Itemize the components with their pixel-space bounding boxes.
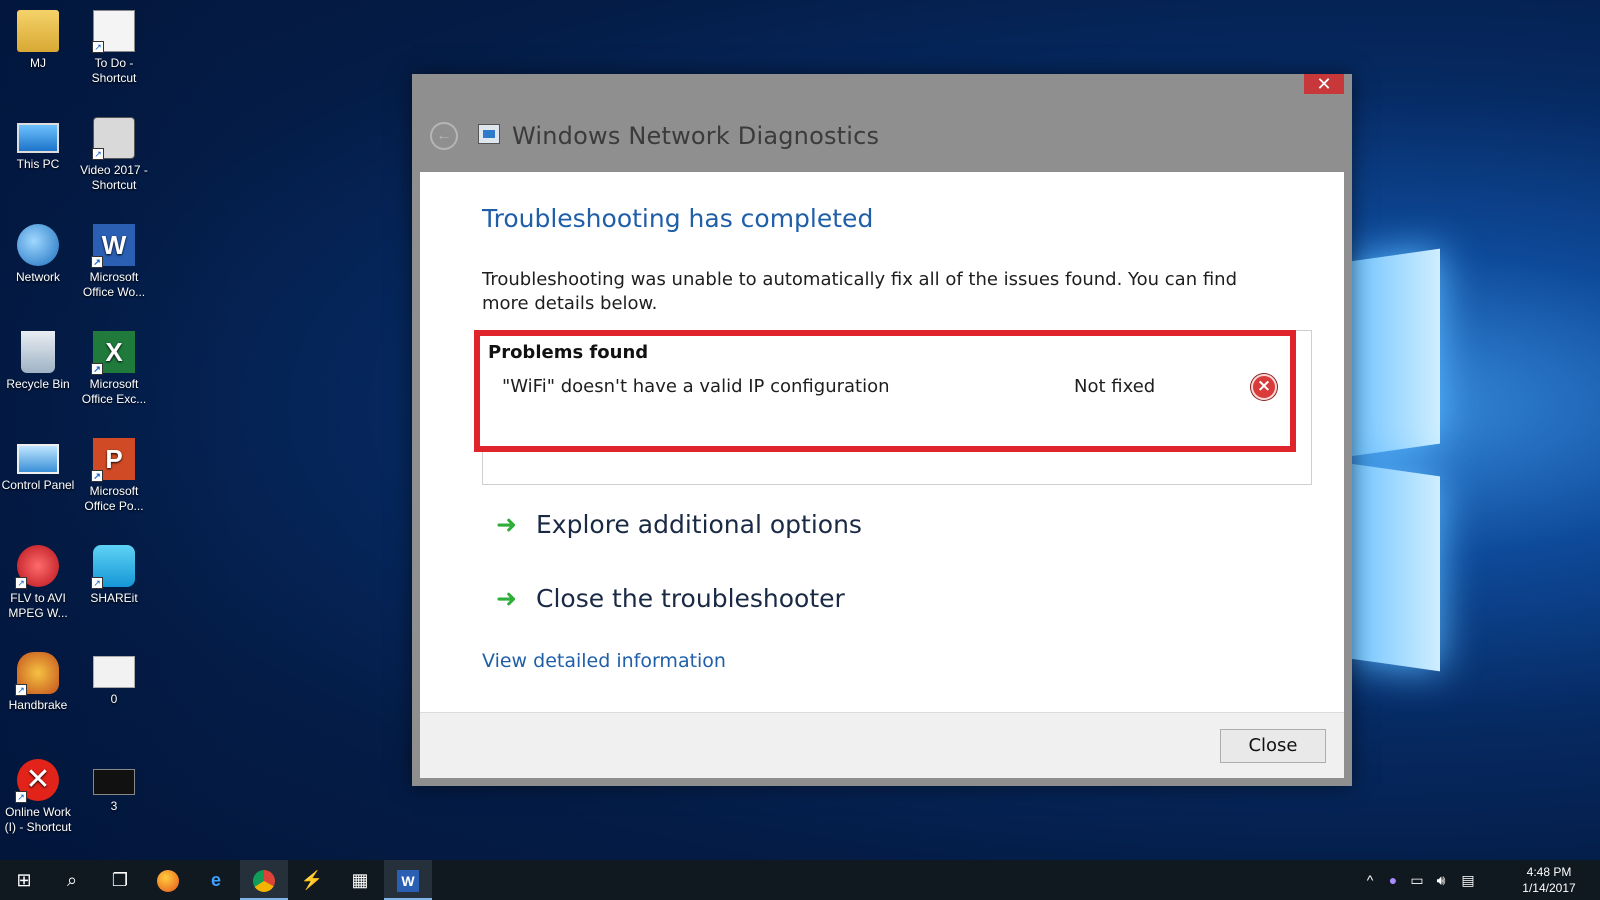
chevron-up-icon[interactable]: ^ <box>1360 860 1380 900</box>
search-icon[interactable]: ⌕ <box>48 860 96 900</box>
desktop-icon-control-panel[interactable]: Control Panel <box>0 428 76 493</box>
green-arrow-icon: ➜ <box>496 510 517 539</box>
explore-additional-options-link[interactable]: ➜ Explore additional options <box>496 510 862 539</box>
camera-icon: ↗ <box>92 117 135 160</box>
firefox-icon[interactable] <box>144 860 192 900</box>
green-arrow-icon: ➜ <box>496 584 517 613</box>
desktop-icon-file-0[interactable]: 0 <box>76 642 152 707</box>
clock-time: 4:48 PM <box>1526 865 1572 879</box>
desktop-icon-video[interactable]: ↗ Video 2017 - Shortcut <box>76 107 152 193</box>
desktop-icon-flv-converter[interactable]: ↗ FLV to AVI MPEG W... <box>0 535 76 621</box>
desktop-icon-excel[interactable]: X ↗ Microsoft Office Exc... <box>76 321 152 407</box>
desktop-icon-this-pc[interactable]: This PC <box>0 107 76 172</box>
problem-text: "WiFi" doesn't have a valid IP configura… <box>502 376 890 397</box>
word-taskbar-icon[interactable]: W <box>384 860 432 900</box>
winamp-icon[interactable]: ⚡ <box>288 860 336 900</box>
problems-found-title: Problems found <box>488 342 649 363</box>
close-troubleshooter-link[interactable]: ➜ Close the troubleshooter <box>496 584 845 613</box>
back-arrow-icon[interactable]: ← <box>430 122 458 150</box>
handbrake-icon: ↗ <box>15 652 59 696</box>
shareit-icon: ↗ <box>91 545 135 589</box>
user-folder-icon <box>17 10 59 52</box>
problem-status: Not fixed <box>1074 376 1156 397</box>
desktop-icon-handbrake[interactable]: ↗ Handbrake <box>0 642 76 713</box>
completion-heading: Troubleshooting has completed <box>482 204 874 233</box>
recycle-bin-icon <box>21 331 55 373</box>
action-center-icon[interactable]: ▤ <box>1456 860 1480 900</box>
desktop-icon-powerpoint[interactable]: P ↗ Microsoft Office Po... <box>76 428 152 514</box>
clock-date: 1/14/2017 <box>1522 881 1576 895</box>
excel-icon: X ↗ <box>91 331 135 375</box>
dialog-content: Troubleshooting has completed Troublesho… <box>420 172 1344 712</box>
network-diagnostics-icon <box>478 124 500 144</box>
converter-icon: ↗ <box>15 545 59 589</box>
desktop-icon-word[interactable]: W ↗ Microsoft Office Wo... <box>76 214 152 300</box>
problems-highlight-box: Problems found "WiFi" doesn't have a val… <box>474 330 1296 452</box>
app-tray-icon[interactable]: ● <box>1382 860 1404 900</box>
file-icon <box>93 769 135 795</box>
desktop-icon-mj[interactable]: MJ <box>0 0 76 71</box>
todo-shortcut-icon: ↗ <box>92 10 135 53</box>
desktop-icons: MJ ↗ To Do - Shortcut This PC ↗ Video 20… <box>0 0 160 860</box>
desktop-icon-file-3[interactable]: 3 <box>76 749 152 814</box>
problem-row[interactable]: "WiFi" doesn't have a valid IP configura… <box>502 374 1280 404</box>
close-button[interactable]: Close <box>1220 729 1326 763</box>
error-shortcut-icon: ✕ ↗ <box>15 759 59 803</box>
dialog-header: ← Windows Network Diagnostics <box>412 74 1352 172</box>
error-x-icon: × <box>1251 374 1277 400</box>
option-label: Explore additional options <box>536 510 862 539</box>
system-tray: ^ ● ▭ 🔊︎ ▤ 4:48 PM 1/14/2017 <box>1360 860 1600 900</box>
desktop-icon-recycle-bin[interactable]: Recycle Bin <box>0 321 76 392</box>
desktop-icon-shareit[interactable]: ↗ SHAREit <box>76 535 152 606</box>
word-icon: W ↗ <box>91 224 135 268</box>
network-icon <box>17 224 59 266</box>
control-panel-icon <box>17 444 59 474</box>
store-icon[interactable]: ▦ <box>336 860 384 900</box>
windows-logo-wallpaper <box>1350 248 1440 675</box>
powerpoint-icon: P ↗ <box>91 438 135 482</box>
edge-icon[interactable]: e <box>192 860 240 900</box>
desktop-icon-online-work[interactable]: ✕ ↗ Online Work (I) - Shortcut <box>0 749 76 835</box>
network-diagnostics-dialog: ✕ ← Windows Network Diagnostics Troubles… <box>412 74 1352 786</box>
taskbar: ⊞ ⌕ ❐ e ⚡ ▦ W ^ ● ▭ 🔊︎ ▤ 4:48 PM 1/14/20… <box>0 860 1600 900</box>
dialog-title: Windows Network Diagnostics <box>512 122 880 150</box>
desktop-icon-todo[interactable]: ↗ To Do - Shortcut <box>76 0 152 86</box>
task-view-icon[interactable]: ❐ <box>96 860 144 900</box>
clock[interactable]: 4:48 PM 1/14/2017 <box>1514 864 1584 896</box>
start-icon[interactable]: ⊞ <box>0 860 48 900</box>
desktop-icon-network[interactable]: Network <box>0 214 76 285</box>
volume-icon[interactable]: 🔊︎ <box>1430 860 1452 900</box>
computer-icon <box>17 123 59 153</box>
option-label: Close the troubleshooter <box>536 584 845 613</box>
file-icon <box>93 656 135 688</box>
chrome-icon[interactable] <box>240 860 288 900</box>
network-tray-icon[interactable]: ▭ <box>1406 860 1428 900</box>
view-detailed-information-link[interactable]: View detailed information <box>482 650 726 672</box>
completion-description: Troubleshooting was unable to automatica… <box>482 269 1237 314</box>
dialog-footer: Close <box>420 712 1344 778</box>
